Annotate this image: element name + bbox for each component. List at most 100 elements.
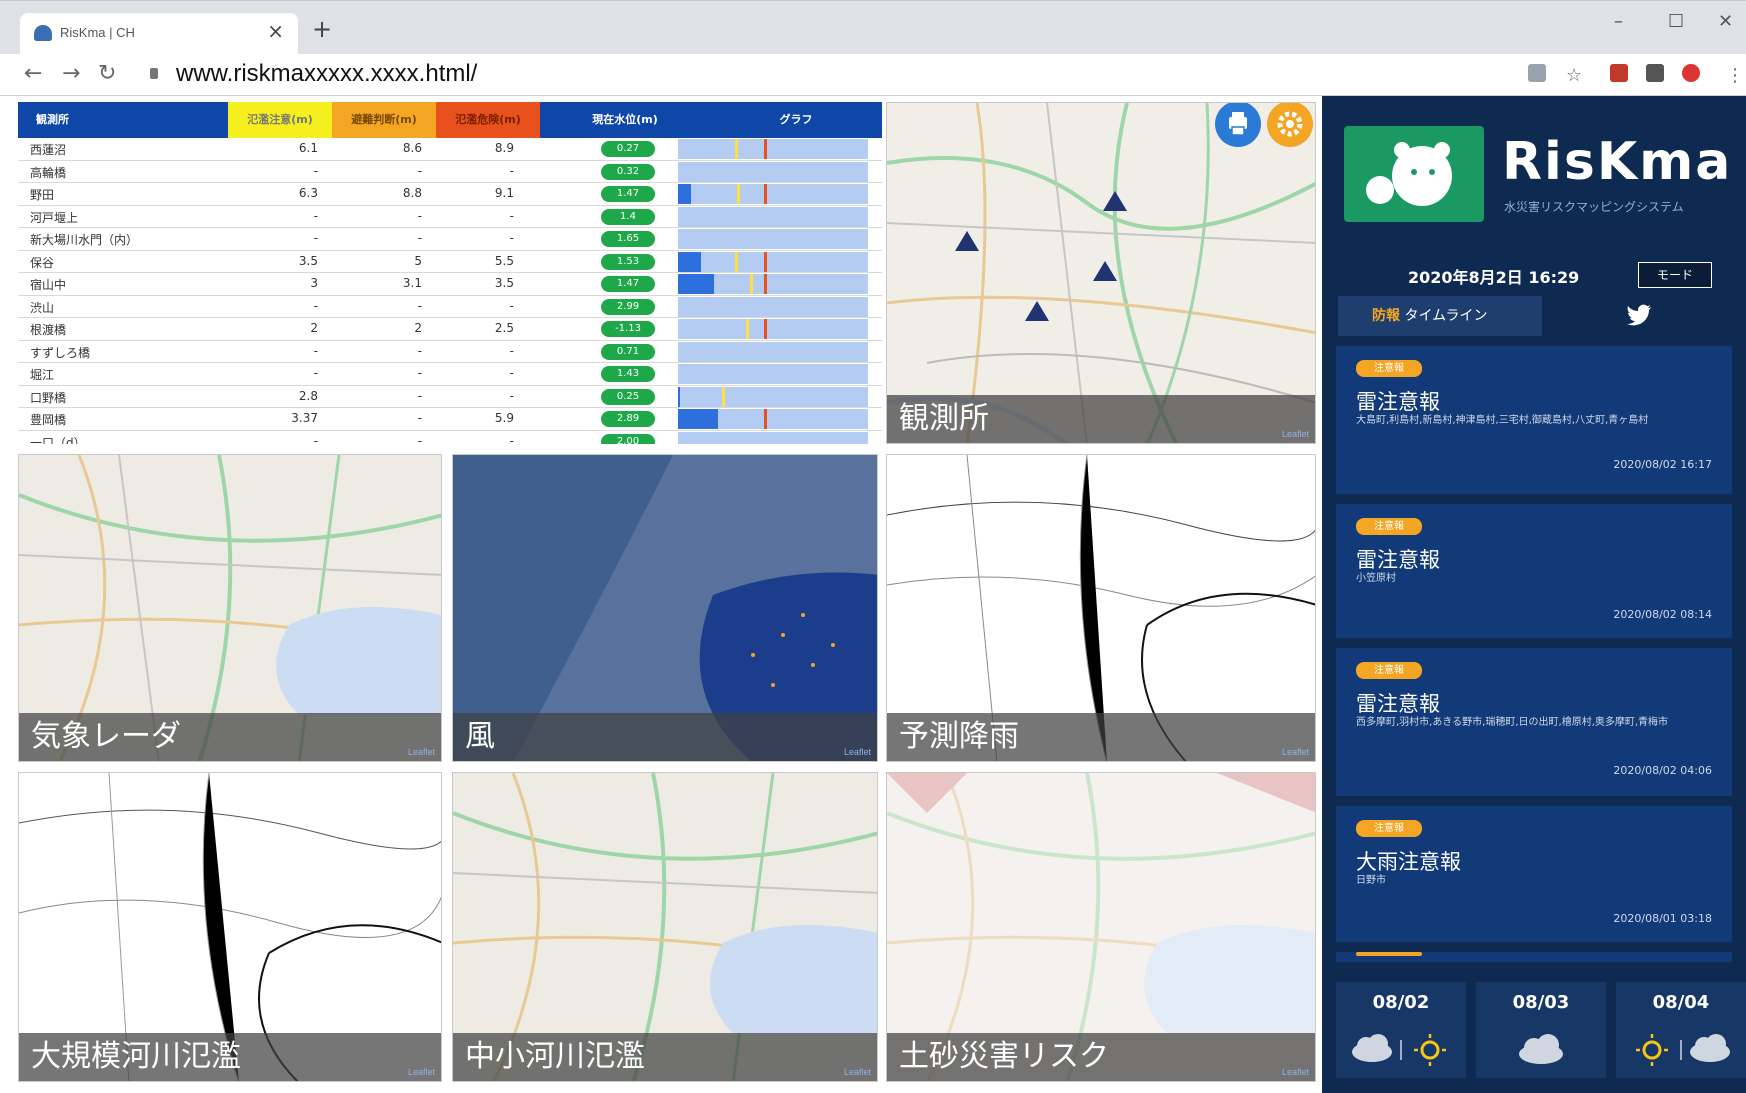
map-tile-forecast-rain[interactable]: 予測降雨 Leaflet	[886, 454, 1316, 762]
table-row[interactable]: 保谷 3.5 5 5.5 1.53	[18, 251, 882, 273]
warning-card[interactable]: 注意報 雷注意報 西多摩町,羽村市,あきる野市,瑞穂町,日の出町,檜原村,奥多摩…	[1336, 648, 1732, 796]
browser-tab[interactable]: RisKma | CH ×	[20, 13, 298, 55]
table-row[interactable]: 河戸堰上 - - - 1.4	[18, 206, 882, 228]
table-row[interactable]: 根渡橋 2 2 2.5 -1.13	[18, 318, 882, 341]
tab-close-icon[interactable]: ×	[267, 21, 284, 41]
leaflet-attribution[interactable]: Leaflet	[408, 747, 435, 757]
close-window-button[interactable]: ✕	[1718, 11, 1733, 32]
danger-marker	[763, 274, 767, 294]
table-row[interactable]: 野田 6.3 8.8 9.1 1.47	[18, 183, 882, 206]
extension-icon[interactable]	[1610, 64, 1628, 82]
table-row[interactable]: 豊岡橋 3.37 - 5.9 2.89	[18, 408, 882, 431]
evacuation-level: 8.6	[402, 141, 422, 155]
table-row[interactable]: すずしろ橋 - - - 0.71	[18, 341, 882, 363]
warning-badge	[1356, 952, 1422, 956]
map-tile-landslide[interactable]: 土砂災害リスク Leaflet	[886, 772, 1316, 1082]
table-row[interactable]: 一口（d） - - - 2.00	[18, 431, 882, 444]
station-name: 堀江	[30, 368, 55, 382]
menu-icon[interactable]: ⋮	[1726, 64, 1744, 88]
leaflet-attribution[interactable]: Leaflet	[408, 1067, 435, 1077]
evacuation-level: -	[417, 411, 422, 425]
station-name: 野田	[30, 188, 55, 202]
riskma-favicon-icon	[34, 25, 52, 41]
star-icon[interactable]: ☆	[1566, 64, 1582, 88]
caution-level: 2.8	[298, 388, 318, 403]
table-header: 観測所 氾濫注意(m) 避難判断(m) 氾濫危険(m) 現在水位(m) グラフ	[18, 102, 882, 138]
table-row[interactable]: 堀江 - - - 1.43	[18, 363, 882, 386]
level-graph-bar	[678, 386, 680, 407]
leaflet-attribution[interactable]: Leaflet	[844, 747, 871, 757]
sidebar: RisKma 水災害リスクマッピングシステム 2020年8月2日 16:29 モ…	[1322, 96, 1746, 1093]
leaflet-attribution[interactable]: Leaflet	[1282, 1067, 1309, 1077]
table-row[interactable]: 高輪橋 - - - 0.32	[18, 161, 882, 183]
caution-marker	[750, 274, 754, 294]
danger-level: -	[509, 388, 514, 403]
back-arrow-icon[interactable]: ←	[24, 62, 42, 86]
station-name: 保谷	[30, 255, 55, 270]
table-row[interactable]: 渋山 - - - 2.99	[18, 296, 882, 318]
forward-arrow-icon[interactable]: →	[62, 62, 80, 86]
reload-icon[interactable]: ↻	[98, 62, 116, 86]
warning-badge: 注意報	[1356, 820, 1422, 837]
tab-timeline[interactable]: 防報 タイムライン	[1338, 296, 1542, 336]
maximize-button[interactable]: ☐	[1668, 11, 1684, 32]
station-name: 豊岡橋	[30, 413, 67, 427]
caution-marker	[746, 319, 750, 339]
level-graph-bar	[678, 274, 715, 294]
station-name: 根渡橋	[30, 323, 67, 337]
print-button[interactable]	[1215, 103, 1261, 147]
caution-level: 3.37	[291, 411, 318, 425]
level-graph	[678, 386, 868, 407]
warning-title: 大雨注意報	[1356, 850, 1461, 874]
caution-level: 2	[310, 321, 318, 335]
translate-icon[interactable]	[1528, 64, 1546, 82]
danger-level: 2.5	[494, 321, 514, 335]
warning-card[interactable]: 注意報 大雨注意報 日野市 2020/08/01 03:18	[1336, 806, 1732, 942]
table-row[interactable]: 口野橋 2.8 - - 0.25	[18, 386, 882, 408]
map-tile-wind[interactable]: 風 Leaflet	[452, 454, 878, 762]
evacuation-level: -	[417, 163, 422, 178]
new-tab-button[interactable]: +	[312, 17, 332, 41]
warning-card[interactable]	[1336, 952, 1732, 962]
tile-label-forecast-rain: 予測降雨	[899, 719, 1019, 754]
leaflet-attribution[interactable]: Leaflet	[1282, 747, 1309, 757]
warning-card[interactable]: 注意報 雷注意報 小笠原村 2020/08/02 08:14	[1336, 504, 1732, 638]
url-field[interactable]: www.riskmaxxxxx.xxxx.html/	[176, 60, 477, 88]
profile-icon[interactable]	[1682, 64, 1700, 82]
table-row[interactable]: 西蓮沼 6.1 8.6 8.9 0.27	[18, 138, 882, 161]
header-current-level: 現在水位(m)	[592, 113, 658, 126]
lock-icon[interactable]	[150, 68, 158, 79]
level-graph	[678, 409, 868, 429]
puzzle-icon[interactable]	[1646, 64, 1664, 82]
warning-time: 2020/08/02 08:14	[1613, 608, 1712, 621]
caution-level: -	[313, 231, 318, 245]
evacuation-level: -	[417, 208, 422, 223]
leaflet-attribution[interactable]: Leaflet	[1282, 429, 1309, 439]
evacuation-level: -	[417, 366, 422, 380]
twitter-icon[interactable]	[1626, 304, 1652, 326]
tile-label-bar: 土砂災害リスク	[887, 1033, 1315, 1081]
map-tile-small-river[interactable]: 中小河川氾濫 Leaflet	[452, 772, 878, 1082]
minimize-button[interactable]: –	[1614, 11, 1623, 32]
mode-button[interactable]: モード	[1638, 262, 1712, 288]
station-name: 宿山中	[30, 278, 67, 292]
tile-label-bar: 予測降雨	[887, 713, 1315, 761]
map-tile-radar[interactable]: 気象レーダ Leaflet	[18, 454, 442, 762]
map-tile-observation[interactable]: 観測所 Leaflet	[886, 102, 1316, 444]
settings-button[interactable]	[1267, 103, 1313, 147]
danger-marker	[763, 409, 767, 429]
table-row[interactable]: 宿山中 3 3.1 3.5 1.47	[18, 273, 882, 296]
water-level-table: 観測所 氾濫注意(m) 避難判断(m) 氾濫危険(m) 現在水位(m) グラフ …	[18, 102, 882, 444]
warning-areas: 大島町,利島村,新島村,神津島村,三宅村,御蔵島村,八丈町,青ヶ島村	[1356, 415, 1649, 426]
evacuation-level: 2	[414, 321, 422, 335]
table-row[interactable]: 新大場川水門（内） - - - 1.65	[18, 228, 882, 251]
leaflet-attribution[interactable]: Leaflet	[844, 1067, 871, 1077]
map-tile-large-river[interactable]: 大規模河川氾濫 Leaflet	[18, 772, 442, 1082]
warning-card[interactable]: 注意報 雷注意報 大島町,利島村,新島村,神津島村,三宅村,御蔵島村,八丈町,青…	[1336, 346, 1732, 494]
current-level-badge: 1.53	[601, 253, 655, 270]
caution-level: 3	[310, 276, 318, 290]
current-level-badge: 1.43	[601, 366, 655, 382]
current-level-badge: 2.89	[601, 411, 655, 427]
caution-level: 3.5	[298, 253, 318, 268]
caution-marker	[736, 184, 740, 204]
